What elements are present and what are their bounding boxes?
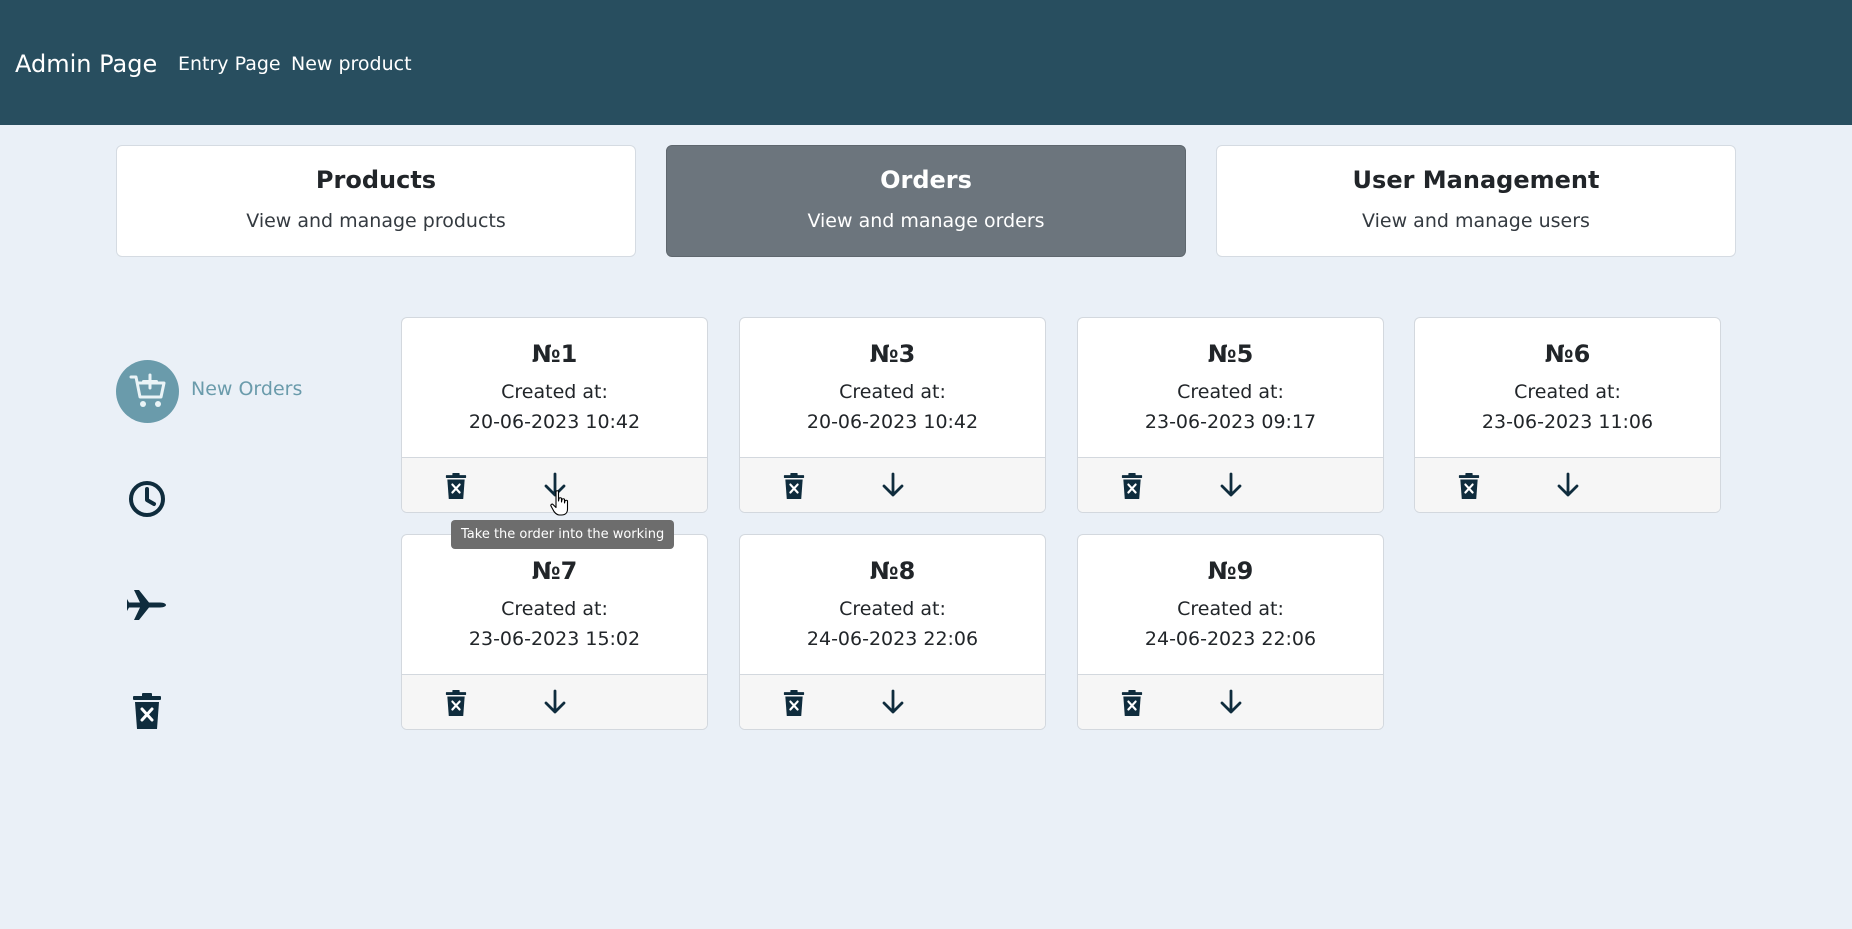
order-number: №5 [1207,340,1254,368]
tooltip: Take the order into the working [451,520,675,549]
order-card: №7 Created at: 23-06-2023 15:02 [401,534,708,730]
trash-icon [782,690,806,720]
order-card: №1 Created at: 20-06-2023 10:42 [401,317,708,513]
order-created-label: Created at: [1177,381,1284,403]
delete-order-button[interactable] [444,473,468,499]
order-number: №1 [531,340,578,368]
trash-icon [1120,473,1144,503]
arrow-down-icon [1555,472,1581,502]
delete-order-button[interactable] [1120,690,1144,716]
section-title: Orders [880,166,972,194]
delete-order-button[interactable] [782,690,806,716]
nav-link-entry-page[interactable]: Entry Page [178,52,281,76]
status-label: New Orders [191,378,303,400]
delete-order-button[interactable] [1120,473,1144,499]
take-order-button[interactable] [1218,689,1244,715]
take-order-button[interactable] [542,689,568,715]
trash-icon [782,473,806,503]
order-card: №6 Created at: 23-06-2023 11:06 [1414,317,1721,513]
nav-link-new-product[interactable]: New product [291,52,412,76]
trash-icon [444,473,468,503]
order-created-label: Created at: [839,598,946,620]
navbar: Admin Page Entry Page New product [0,0,1852,125]
order-card-footer [1078,457,1383,512]
arrow-down-icon [880,472,906,502]
section-subtitle: View and manage products [246,210,506,232]
take-order-button[interactable] [880,689,906,715]
order-created-date: 20-06-2023 10:42 [806,411,979,433]
order-card: №5 Created at: 23-06-2023 09:17 [1077,317,1384,513]
order-card-footer [740,457,1045,512]
order-card-footer [740,674,1045,729]
section-subtitle: View and manage orders [807,210,1045,232]
order-created-label: Created at: [501,598,608,620]
order-created-date: 23-06-2023 15:02 [468,628,641,650]
status-circle [116,360,179,423]
order-created-label: Created at: [501,381,608,403]
take-order-button[interactable] [1218,472,1244,498]
section-card-orders[interactable]: Orders View and manage orders [666,145,1186,257]
section-title: Products [315,166,437,194]
take-order-button[interactable] [1555,472,1581,498]
section-card-products[interactable]: Products View and manage products [116,145,636,257]
status-shipped[interactable] [116,585,179,625]
order-number: №9 [1207,557,1254,585]
order-created-date: 23-06-2023 11:06 [1481,411,1654,433]
order-created-label: Created at: [1514,381,1621,403]
take-order-button[interactable] [880,472,906,498]
trash-icon [1457,473,1481,503]
status-in-progress[interactable] [116,479,179,519]
order-card: №9 Created at: 24-06-2023 22:06 [1077,534,1384,730]
trash-icon [1120,690,1144,720]
order-number: №7 [531,557,578,585]
order-number: №8 [869,557,916,585]
arrow-down-icon [542,689,568,719]
order-card: №8 Created at: 24-06-2023 22:06 [739,534,1046,730]
section-title: User Management [1352,166,1600,194]
order-created-date: 23-06-2023 09:17 [1144,411,1317,433]
delete-order-button[interactable] [782,473,806,499]
status-new-orders[interactable]: New Orders [116,360,366,423]
section-subtitle: View and manage users [1362,210,1590,232]
cart-plus-icon [129,373,166,407]
order-created-date: 24-06-2023 22:06 [806,628,979,650]
trash-icon [133,693,161,729]
order-created-date: 24-06-2023 22:06 [1144,628,1317,650]
hand-cursor-icon [550,490,569,516]
order-card-footer [1078,674,1383,729]
order-card: №3 Created at: 20-06-2023 10:42 [739,317,1046,513]
arrow-down-icon [880,689,906,719]
order-created-label: Created at: [839,381,946,403]
order-card-footer [1415,457,1720,512]
trash-icon [444,690,468,720]
order-card-footer [402,674,707,729]
section-card-user-management[interactable]: User Management View and manage users [1216,145,1736,257]
clock-icon [129,481,165,517]
order-created-label: Created at: [1177,598,1284,620]
arrow-down-icon [1218,689,1244,719]
order-number: №3 [869,340,916,368]
delete-order-button[interactable] [1457,473,1481,499]
order-number: №6 [1544,340,1591,368]
brand-link[interactable]: Admin Page [15,47,157,81]
airplane-icon [127,590,166,620]
order-created-date: 20-06-2023 10:42 [468,411,641,433]
arrow-down-icon [1218,472,1244,502]
delete-order-button[interactable] [444,690,468,716]
status-deleted[interactable] [116,691,179,731]
